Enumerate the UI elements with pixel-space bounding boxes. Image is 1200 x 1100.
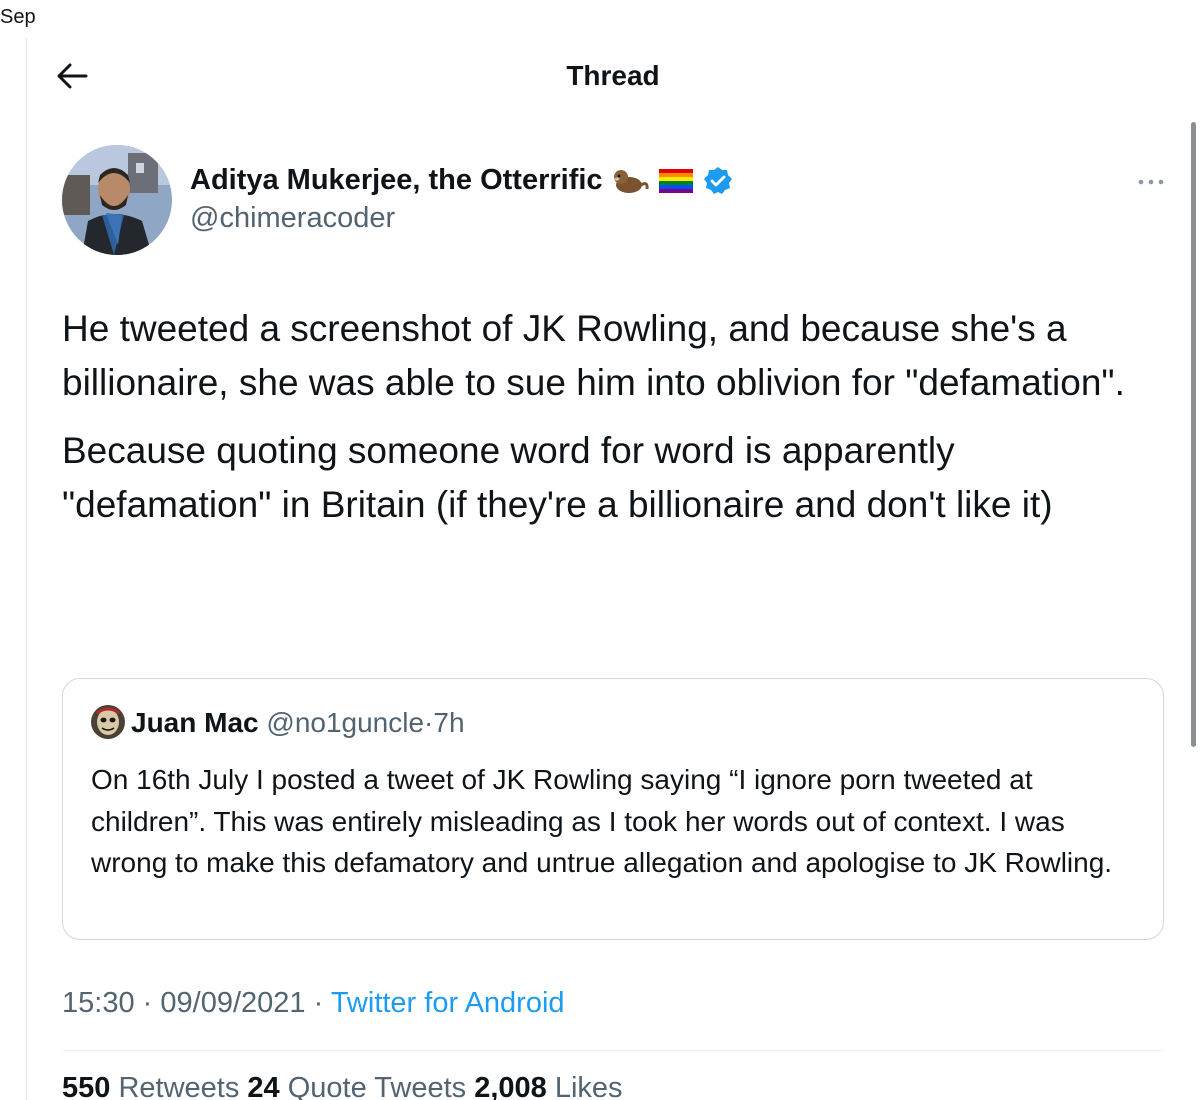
author-handle[interactable]: @chimeracoder (190, 202, 395, 235)
quoted-author-name: Juan Mac (131, 707, 259, 738)
more-options-button[interactable] (1134, 166, 1168, 196)
page: Sep Thread Aditya Mukerjee, the Otterrif… (0, 0, 1200, 1100)
quote-tweets-label: Quote Tweets (287, 1072, 467, 1100)
quoted-tweet-text: On 16th July I posted a tweet of JK Rowl… (91, 764, 1113, 878)
tweet-paragraph: Because quoting someone word for word is… (62, 430, 1053, 525)
scrollbar-thumb[interactable] (1191, 122, 1196, 747)
tweet-stats: 550 Retweets 24 Quote Tweets 2,008 Likes (62, 1072, 623, 1100)
left-divider (26, 38, 27, 1100)
quoted-tweet-card[interactable]: Juan Mac @no1guncle·7h On 16th July I po… (62, 678, 1164, 940)
scrollbar[interactable] (1188, 122, 1196, 747)
thread-header: Thread (28, 40, 1188, 116)
author-name-row[interactable]: Aditya Mukerjee, the Otterrific (190, 164, 733, 197)
author-name[interactable]: Aditya Mukerjee, the Otterrific (190, 164, 603, 197)
quoted-tweet-header: Juan Mac @no1guncle·7h (131, 707, 465, 739)
retweets-stat[interactable]: 550 Retweets (62, 1072, 239, 1100)
separator-dot: · (313, 987, 324, 1019)
tweet-date[interactable]: 09/09/2021 (160, 987, 305, 1019)
retweets-count: 550 (62, 1072, 111, 1100)
quoted-tweet-time: 7h (433, 707, 465, 738)
tweet-meta: 15:30 · 09/09/2021 · Twitter for Android (62, 987, 565, 1020)
otter-emoji-icon (613, 167, 649, 195)
separator-dot: · (424, 707, 434, 738)
quoted-author-handle: @no1guncle (266, 707, 425, 738)
tweet-paragraph: He tweeted a screenshot of JK Rowling, a… (62, 308, 1125, 403)
tweet-source-link[interactable]: Twitter for Android (331, 987, 565, 1019)
quote-tweets-stat[interactable]: 24 Quote Tweets (247, 1072, 466, 1100)
more-dots-icon (1138, 172, 1164, 190)
likes-stat[interactable]: 2,008 Likes (474, 1072, 622, 1100)
likes-count: 2,008 (474, 1072, 547, 1100)
quote-tweets-count: 24 (247, 1072, 280, 1100)
divider (62, 1050, 1164, 1051)
rainbow-flag-emoji-icon (658, 168, 693, 193)
tweet-text: He tweeted a screenshot of JK Rowling, a… (62, 302, 1172, 546)
corner-date: Sep (0, 6, 36, 28)
verified-badge-icon (703, 166, 733, 196)
author-avatar[interactable] (62, 145, 172, 255)
retweets-label: Retweets (118, 1072, 240, 1100)
page-title: Thread (566, 60, 660, 91)
likes-label: Likes (554, 1072, 623, 1100)
tweet-time[interactable]: 15:30 (62, 987, 135, 1019)
quoted-author-avatar (91, 705, 125, 739)
separator-dot: · (142, 987, 153, 1019)
